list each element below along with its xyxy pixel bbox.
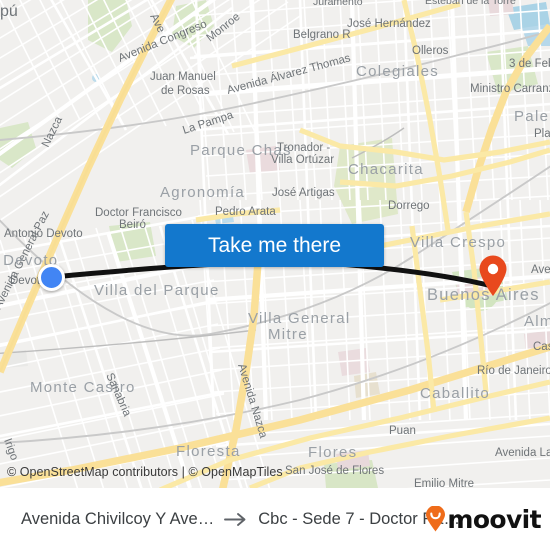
svg-text:Belgrano R: Belgrano R [293, 29, 351, 41]
svg-text:Caballito: Caballito [420, 385, 490, 402]
svg-text:Tronador -: Tronador - [277, 142, 330, 154]
svg-text:Palerm: Palerm [514, 108, 550, 125]
svg-text:Villa del Parque: Villa del Parque [94, 282, 220, 299]
svg-text:Emilio Mitre: Emilio Mitre [414, 478, 474, 488]
svg-text:Villa Crespo: Villa Crespo [410, 234, 506, 251]
map-attribution: © OpenStreetMap contributors | © OpenMap… [7, 465, 283, 479]
svg-text:José Hernández: José Hernández [347, 18, 431, 30]
take-me-there-button[interactable]: Take me there [165, 224, 384, 267]
svg-text:Río de Janeiro: Río de Janeiro [477, 365, 550, 377]
svg-text:Doctor Francisco: Doctor Francisco [95, 207, 182, 219]
svg-text:3 de Febr: 3 de Febr [509, 58, 550, 70]
svg-text:Floresta: Floresta [176, 443, 241, 460]
svg-text:Castr: Castr [533, 341, 550, 353]
svg-text:Flores: Flores [308, 444, 357, 461]
svg-text:Mitre: Mitre [268, 326, 308, 343]
moovit-wordmark: moovit [447, 504, 541, 534]
svg-text:Avenida: Avenida [531, 264, 550, 276]
svg-text:Colegiales: Colegiales [356, 63, 439, 80]
svg-text:Avenida La Pl: Avenida La Pl [495, 447, 550, 459]
svg-text:Chacarita: Chacarita [348, 161, 424, 178]
svg-text:Alm: Alm [524, 313, 550, 330]
moovit-pin-icon [425, 506, 446, 532]
svg-text:Juan Manuel: Juan Manuel [150, 71, 216, 83]
route-origin-label: Avenida Chivilcoy Y Ave… [21, 509, 215, 528]
svg-text:Beiró: Beiró [119, 219, 146, 231]
svg-text:Villa Ortúzar: Villa Ortúzar [271, 154, 334, 166]
svg-text:Dorrego: Dorrego [388, 200, 430, 212]
svg-text:Agronomía: Agronomía [160, 184, 245, 201]
svg-text:Juramento: Juramento [313, 0, 363, 8]
svg-text:Antonio Devoto: Antonio Devoto [4, 228, 83, 240]
svg-text:Pedro Arata: Pedro Arata [215, 206, 276, 218]
svg-text:Villa General: Villa General [248, 310, 351, 327]
moovit-logo[interactable]: moovit [425, 504, 542, 534]
svg-text:Puan: Puan [389, 425, 416, 437]
route-summary[interactable]: Avenida Chivilcoy Y Ave… Cbc - Sede 7 - … [21, 509, 460, 529]
svg-text:Ministro Carranza: Ministro Carranza [470, 83, 550, 95]
destination-marker[interactable] [478, 255, 508, 297]
origin-marker[interactable] [38, 264, 65, 291]
bottom-bar: Avenida Chivilcoy Y Ave… Cbc - Sede 7 - … [0, 488, 550, 550]
moovit-map-screen: .road-minor { stroke:#ffffff; stroke-wid… [0, 0, 550, 550]
arrow-right-icon [224, 512, 248, 527]
svg-text:de Rosas: de Rosas [161, 85, 210, 97]
svg-text:Olleros: Olleros [412, 45, 449, 57]
svg-text:San José de Flores: San José de Flores [285, 465, 384, 477]
svg-text:pú: pú [0, 3, 18, 20]
svg-text:Esteban de la Torre: Esteban de la Torre [425, 0, 516, 7]
svg-text:José Artigas: José Artigas [272, 187, 335, 199]
svg-text:Plaz: Plaz [534, 128, 550, 140]
